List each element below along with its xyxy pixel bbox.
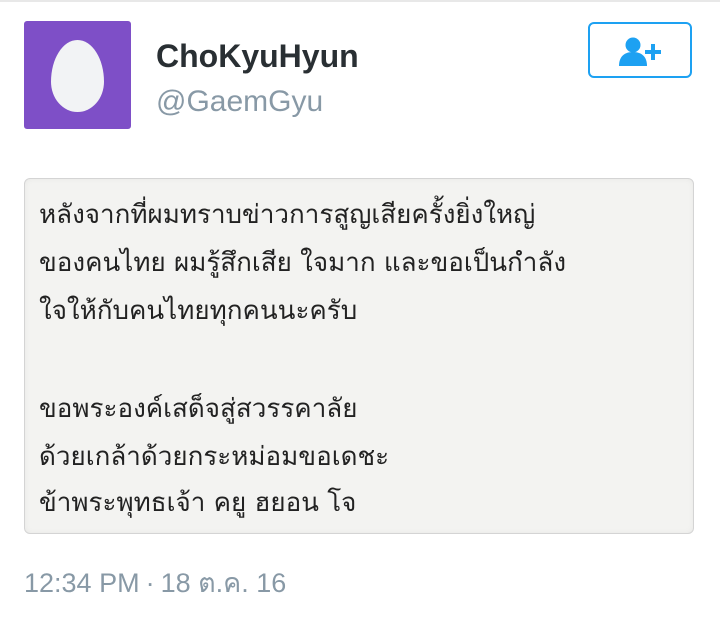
- tweet-line: ข้าพระพุทธเจ้า คยู ฮยอน โจ: [39, 488, 357, 518]
- display-name[interactable]: ChoKyuHyun: [156, 36, 359, 76]
- tweet-line: ขอพระองค์เสด็จสู่สวรรคาลัย: [39, 394, 358, 424]
- tweet-line: ของคนไทย ผมรู้สึกเสีย ใจมาก และขอเป็นกำล…: [39, 248, 567, 278]
- tweet-line: หลังจากที่ผมทราบข่าวการสูญเสียครั้งยิ่งใ…: [39, 200, 536, 230]
- follow-button[interactable]: [588, 22, 692, 78]
- top-divider: [0, 0, 720, 2]
- tweet-line: ด้วยเกล้าด้วยกระหม่อมขอเดชะ: [39, 442, 390, 472]
- tweet-time: 12:34 PM: [24, 568, 140, 598]
- tweet-timestamp[interactable]: 12:34 PM · 18 ต.ค. 16: [24, 566, 286, 600]
- tweet-text-card: หลังจากที่ผมทราบข่าวการสูญเสียครั้งยิ่งใ…: [24, 178, 694, 534]
- separator-dot: ·: [145, 568, 155, 598]
- add-user-icon: [619, 37, 661, 66]
- avatar[interactable]: [24, 21, 131, 129]
- default-egg-icon: [51, 40, 104, 112]
- user-handle[interactable]: @GaemGyu: [156, 83, 323, 121]
- tweet-date: 18 ต.ค. 16: [160, 568, 287, 598]
- tweet-line: ใจให้กับคนไทยทุกคนนะครับ: [39, 296, 358, 326]
